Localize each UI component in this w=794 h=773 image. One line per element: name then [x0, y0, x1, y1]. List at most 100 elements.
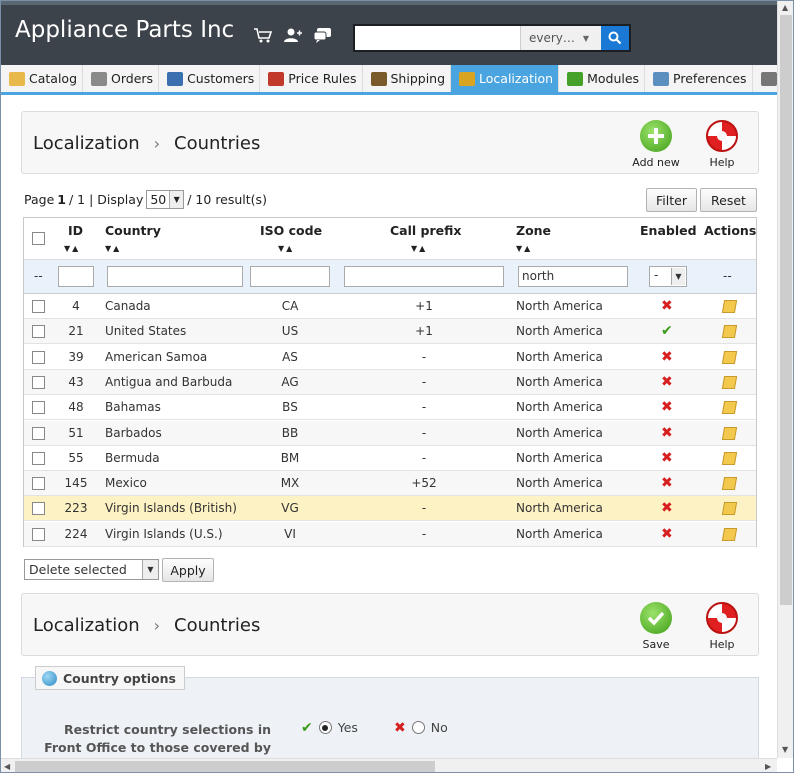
search-button[interactable] — [601, 26, 629, 50]
help-button[interactable]: Help — [692, 602, 752, 651]
reset-button[interactable]: Reset — [700, 188, 757, 212]
add-new-button[interactable]: Add new — [626, 120, 686, 169]
horizontal-scrollbar[interactable]: ◀ ▶ — [1, 758, 777, 772]
tab-modules[interactable]: Modules — [559, 65, 646, 92]
sort-iso[interactable]: ▼▲ — [278, 244, 294, 253]
cart-icon[interactable] — [253, 27, 273, 43]
tab-customers[interactable]: Customers — [159, 65, 261, 92]
restrict-yes-option[interactable]: ✔ Yes — [301, 720, 358, 735]
save-button[interactable]: Save — [626, 602, 686, 651]
breadcrumb-localization[interactable]: Localization — [33, 133, 140, 154]
table-row[interactable]: 43 Antigua and Barbuda AG - North America ✖ — [24, 369, 756, 395]
table-row[interactable]: 145 Mexico MX +52 North America ✖ — [24, 471, 756, 497]
cell-country: Bermuda — [105, 450, 160, 465]
enabled-check-icon[interactable]: ✔ — [661, 324, 673, 338]
table-row[interactable]: 55 Bermuda BM - North America ✖ — [24, 446, 756, 471]
row-checkbox[interactable] — [32, 451, 45, 465]
no-radio[interactable] — [411, 721, 425, 734]
row-checkbox[interactable] — [32, 350, 45, 364]
disabled-cross-icon[interactable]: ✖ — [661, 501, 673, 515]
row-checkbox[interactable] — [32, 477, 45, 491]
globe-icon — [459, 71, 476, 86]
apply-button[interactable]: Apply — [162, 558, 214, 582]
edit-icon[interactable] — [721, 451, 738, 468]
bottom-toolbar-panel: Localization › Countries Save Help — [21, 593, 759, 656]
row-checkbox[interactable] — [32, 527, 45, 541]
vertical-scrollbar[interactable]: ▲ ▼ — [777, 1, 793, 758]
yes-radio[interactable] — [318, 721, 332, 734]
edit-icon[interactable] — [721, 401, 738, 417]
edit-icon[interactable] — [721, 426, 738, 443]
enabled-filter-select[interactable]: - ▼ — [649, 266, 687, 287]
edit-icon[interactable] — [721, 300, 738, 316]
edit-icon[interactable] — [721, 477, 738, 493]
row-checkbox[interactable] — [32, 401, 45, 415]
iso-filter-input[interactable] — [250, 266, 330, 287]
tab-catalog[interactable]: Catalog — [1, 65, 84, 92]
tab-preferences[interactable]: Preferences — [645, 65, 753, 92]
scrollbar-thumb[interactable] — [15, 761, 435, 772]
tab-localization[interactable]: Localization — [451, 65, 560, 92]
row-checkbox[interactable] — [32, 426, 45, 440]
country-filter-input[interactable] — [107, 266, 243, 287]
restrict-no-option[interactable]: ✖ No — [394, 720, 448, 735]
pagination: Page 1 / 1 | Display 50 ▼ / 10 result(s) — [24, 190, 267, 209]
row-checkbox[interactable] — [32, 502, 45, 516]
sort-prefix[interactable]: ▼▲ — [411, 244, 427, 253]
row-checkbox[interactable] — [32, 375, 45, 389]
table-row[interactable]: 21 United States US +1 North America ✔ — [24, 319, 756, 345]
edit-icon[interactable] — [721, 350, 738, 367]
messages-icon[interactable] — [313, 27, 333, 43]
sort-country[interactable]: ▼▲ — [105, 244, 121, 253]
row-checkbox[interactable] — [32, 300, 45, 313]
edit-icon[interactable] — [721, 325, 738, 341]
table-row[interactable]: 223 Virgin Islands (British) VG - North Amer… — [24, 496, 756, 522]
prefix-filter-input[interactable] — [344, 266, 504, 287]
search-bar: every… ▼ — [353, 24, 631, 52]
disabled-cross-icon[interactable]: ✖ — [661, 375, 673, 389]
cell-country: Virgin Islands (British) — [105, 501, 237, 516]
id-filter-input[interactable] — [58, 266, 94, 287]
cell-iso: AG — [281, 374, 299, 389]
help-button[interactable]: Help — [692, 120, 752, 169]
disabled-cross-icon[interactable]: ✖ — [661, 350, 673, 364]
shop-name[interactable]: Appliance Parts Inc — [15, 17, 234, 43]
sort-zone[interactable]: ▼▲ — [516, 244, 532, 253]
disabled-cross-icon[interactable]: ✖ — [661, 400, 673, 414]
edit-icon[interactable] — [721, 375, 738, 392]
scroll-down-icon[interactable]: ▼ — [782, 745, 788, 754]
scroll-left-icon[interactable]: ◀ — [4, 762, 10, 771]
per-page-select[interactable]: 50 ▼ — [146, 190, 185, 209]
disabled-cross-icon[interactable]: ✖ — [661, 527, 673, 541]
filter-button[interactable]: Filter — [646, 188, 697, 212]
scrollbar-thumb[interactable] — [780, 15, 792, 605]
table-row[interactable]: 4 Canada CA +1 North America ✖ — [24, 294, 756, 319]
disabled-cross-icon[interactable]: ✖ — [661, 299, 673, 313]
tab-orders[interactable]: Orders — [83, 65, 160, 92]
table-row[interactable]: 224 Virgin Islands (U.S.) VI - North America… — [24, 521, 756, 547]
scroll-right-icon[interactable]: ▶ — [765, 762, 771, 771]
search-scope-select[interactable]: every… ▼ — [521, 26, 601, 50]
cell-zone: North America — [516, 400, 603, 415]
select-all-checkbox[interactable] — [32, 232, 45, 245]
breadcrumb-localization[interactable]: Localization — [33, 615, 140, 636]
browser-window: Appliance Parts Inc every… ▼ Catalog Order… — [0, 0, 794, 773]
row-checkbox[interactable] — [32, 325, 45, 339]
disabled-cross-icon[interactable]: ✖ — [661, 476, 673, 490]
search-input[interactable] — [355, 26, 521, 50]
scroll-up-icon[interactable]: ▲ — [782, 3, 788, 12]
disabled-cross-icon[interactable]: ✖ — [661, 451, 673, 465]
table-row[interactable]: 39 American Samoa AS - North America ✖ — [24, 345, 756, 370]
tab-price-rules[interactable]: Price Rules — [260, 65, 363, 92]
sort-id[interactable]: ▼▲ — [64, 244, 80, 253]
table-header: ID ▼▲ Country ▼▲ ISO code ▼▲ Call prefix… — [24, 218, 756, 260]
tab-shipping[interactable]: Shipping — [363, 65, 452, 92]
table-row[interactable]: 51 Barbados BB - North America ✖ — [24, 420, 756, 446]
edit-icon[interactable] — [721, 502, 738, 518]
table-row[interactable]: 48 Bahamas BS - North America ✖ — [24, 395, 756, 421]
bulk-action-select[interactable]: Delete selected ▼ — [24, 559, 159, 580]
zone-filter-input[interactable]: north — [518, 266, 628, 287]
disabled-cross-icon[interactable]: ✖ — [661, 426, 673, 440]
customers-icon[interactable] — [283, 27, 303, 43]
edit-icon[interactable] — [721, 527, 738, 544]
